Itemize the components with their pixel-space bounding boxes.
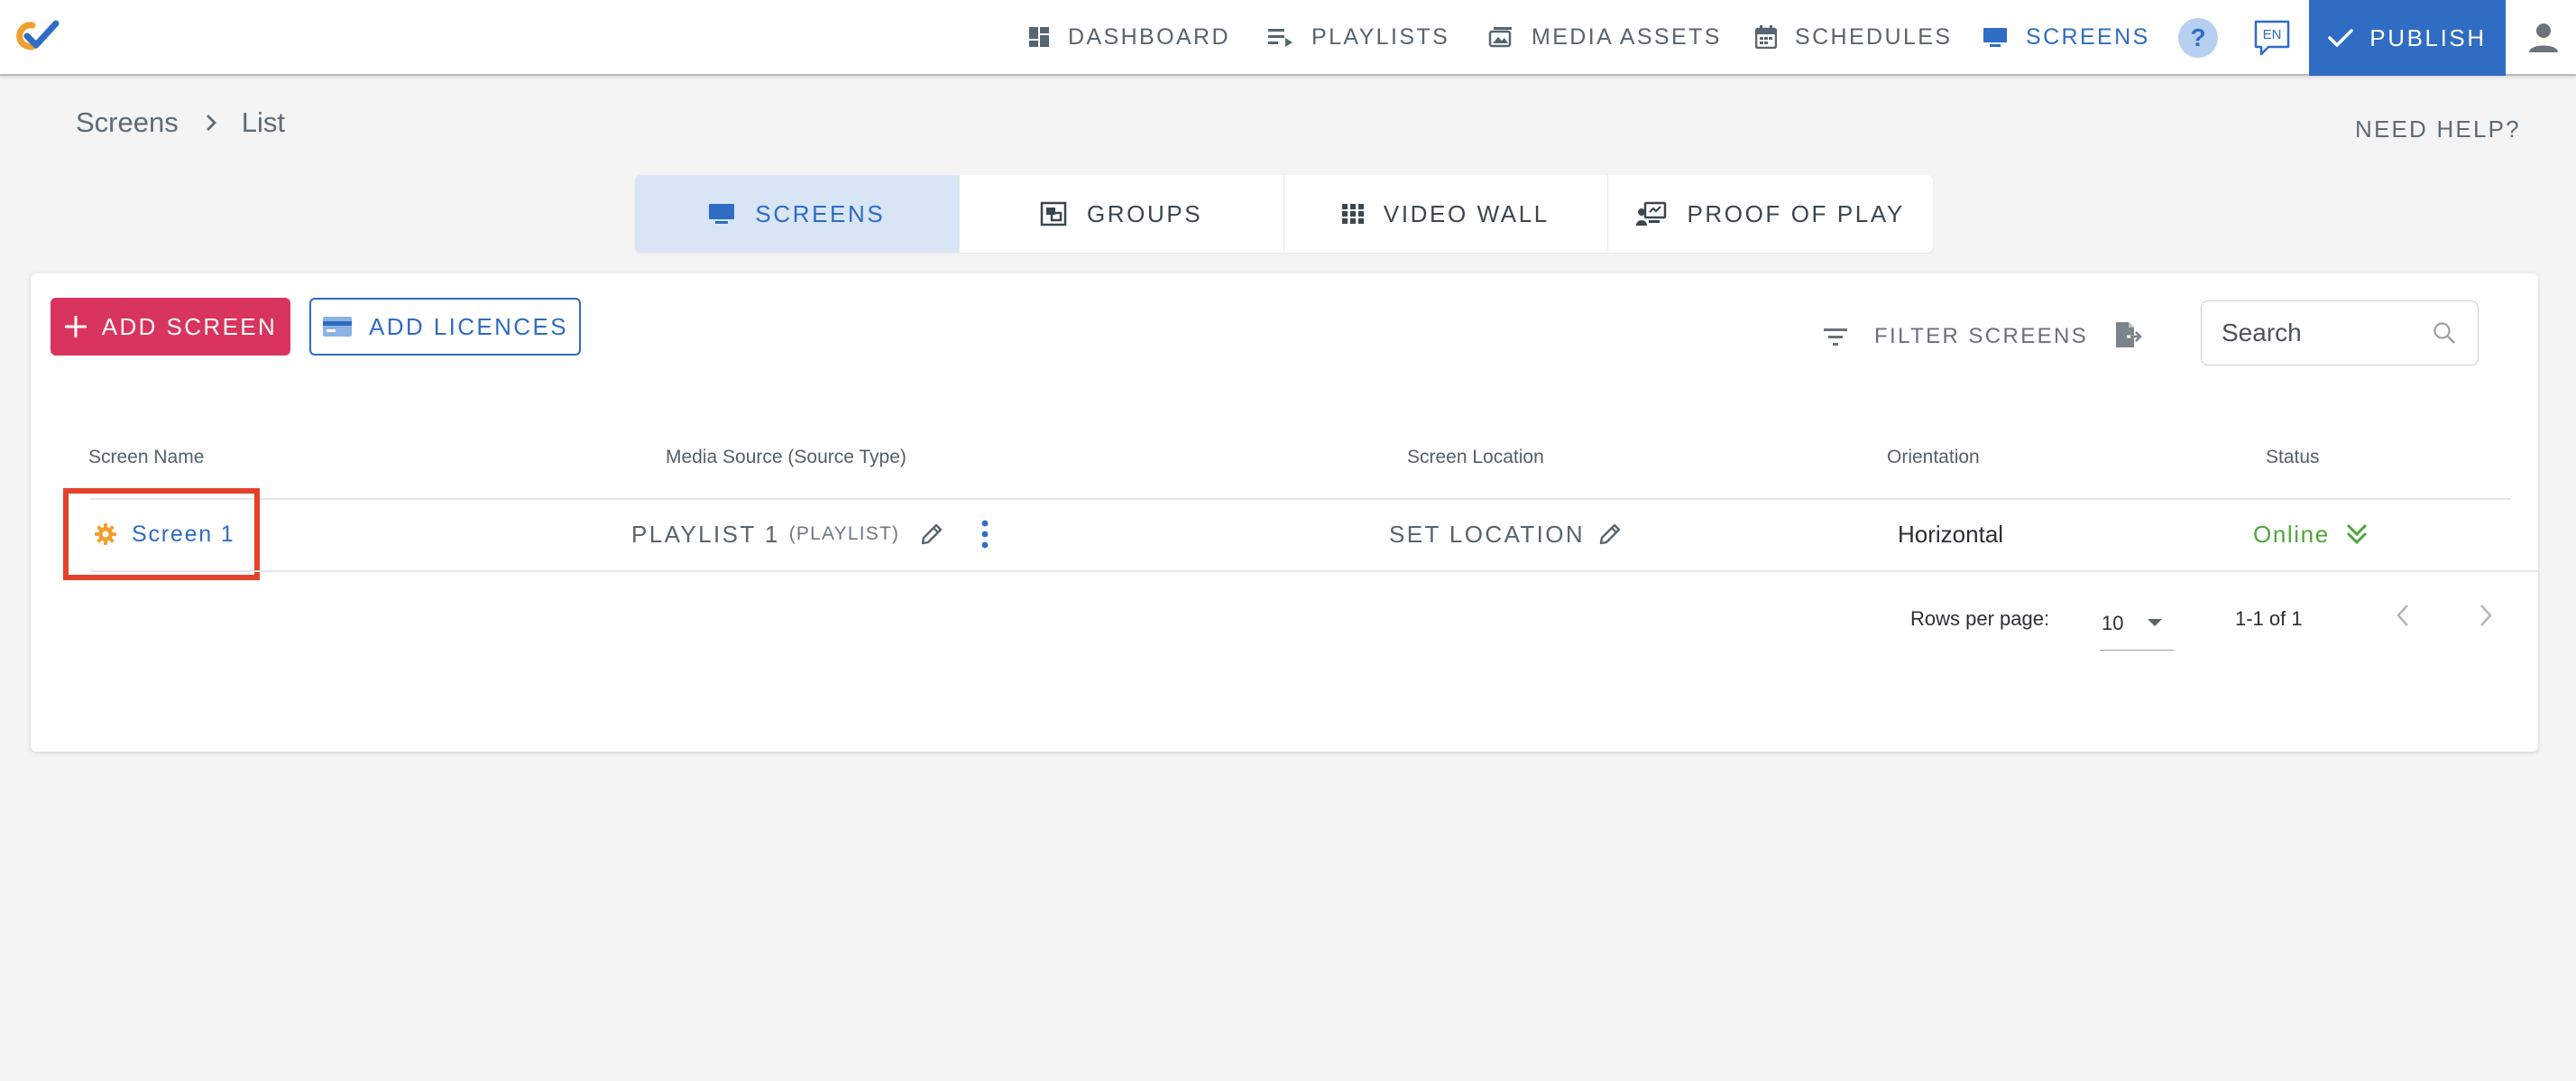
credit-card-icon bbox=[323, 317, 353, 337]
nav-playlists-label: PLAYLISTS bbox=[1311, 23, 1450, 50]
status-cell: Online bbox=[2253, 513, 2369, 555]
proof-of-play-icon bbox=[1636, 201, 1667, 226]
more-vertical-icon[interactable] bbox=[980, 520, 989, 549]
monitor-icon bbox=[709, 204, 735, 224]
orientation-cell: Horizontal bbox=[1898, 521, 2004, 548]
check-icon bbox=[2328, 29, 2354, 47]
media-source-name[interactable]: PLAYLIST 1 bbox=[631, 521, 780, 549]
nav-dashboard[interactable]: DASHBOARD bbox=[1028, 0, 1230, 74]
breadcrumb-root[interactable]: Screens bbox=[76, 106, 179, 139]
set-location-label: SET LOCATION bbox=[1389, 520, 1586, 548]
tab-screens[interactable]: SCREENS bbox=[635, 175, 960, 253]
pencil-icon[interactable] bbox=[919, 522, 944, 547]
chevron-left-icon[interactable] bbox=[2394, 601, 2412, 630]
column-header-orientation[interactable]: Orientation bbox=[1887, 447, 1980, 468]
filter-icon bbox=[1824, 328, 1847, 346]
media-source-type: (PLAYLIST) bbox=[788, 523, 900, 544]
add-screen-label: ADD SCREEN bbox=[101, 312, 278, 340]
status-label: Online bbox=[2253, 520, 2330, 548]
search-input[interactable] bbox=[2220, 318, 2427, 348]
screen-name-link[interactable]: Screen 1 bbox=[132, 522, 235, 548]
column-header-status[interactable]: Status bbox=[2266, 447, 2320, 468]
nav-screens-label: SCREENS bbox=[2026, 23, 2150, 50]
nav-media-assets[interactable]: MEDIA ASSETS bbox=[1488, 0, 1722, 74]
playlist-icon bbox=[1268, 29, 1293, 47]
caret-down-icon bbox=[2148, 619, 2162, 626]
grid-icon bbox=[1341, 204, 1364, 224]
language-label: EN bbox=[2263, 27, 2282, 42]
user-icon[interactable] bbox=[2525, 20, 2562, 56]
column-header-screen-location[interactable]: Screen Location bbox=[1407, 447, 1544, 468]
search-box bbox=[2201, 300, 2479, 365]
need-help-link[interactable]: NEED HELP? bbox=[2355, 115, 2521, 143]
rows-per-page-label: Rows per page: bbox=[1910, 607, 2050, 630]
search-icon[interactable] bbox=[2433, 321, 2456, 345]
app-logo[interactable] bbox=[13, 18, 63, 54]
chevron-right-icon[interactable] bbox=[2477, 601, 2495, 630]
pencil-icon[interactable] bbox=[1597, 522, 1623, 547]
tab-video-wall[interactable]: VIDEO WALL bbox=[1284, 175, 1609, 253]
column-header-media-source[interactable]: Media Source (Source Type) bbox=[666, 447, 906, 468]
help-icon[interactable]: ? bbox=[2178, 18, 2218, 58]
table-header-divider bbox=[90, 498, 2511, 500]
calendar-icon bbox=[1755, 25, 1777, 49]
breadcrumb: Screens List bbox=[76, 106, 285, 139]
add-licences-button[interactable]: ADD LICENCES bbox=[309, 298, 581, 356]
top-bar: DASHBOARD PLAYLISTS MEDIA ASSETS SCHEDUL… bbox=[0, 0, 2576, 76]
filter-screens-label: FILTER SCREENS bbox=[1874, 324, 2089, 348]
dashboard-icon bbox=[1029, 27, 1049, 47]
tab-proof-of-play[interactable]: PROOF OF PLAY bbox=[1608, 175, 1933, 253]
add-screen-button[interactable]: ADD SCREEN bbox=[51, 298, 290, 356]
double-chevron-down-icon[interactable] bbox=[2344, 522, 2369, 547]
media-assets-icon bbox=[1488, 27, 1512, 48]
pagination-range: 1-1 of 1 bbox=[2235, 607, 2303, 630]
gear-icon[interactable] bbox=[94, 522, 117, 546]
groups-icon bbox=[1040, 201, 1067, 226]
screen-name-cell: Screen 1 bbox=[63, 488, 260, 580]
screens-card: ADD SCREEN ADD LICENCES FILTER SCREENS S… bbox=[31, 273, 2538, 752]
nav-schedules-label: SCHEDULES bbox=[1795, 23, 1953, 50]
screen-location-cell[interactable]: SET LOCATION bbox=[1389, 513, 1623, 555]
section-tabs: SCREENS GROUPS VIDEO WALL PROOF OF PLAY bbox=[635, 175, 1933, 253]
nav-playlists[interactable]: PLAYLISTS bbox=[1268, 0, 1449, 74]
tab-screens-label: SCREENS bbox=[755, 199, 886, 227]
column-header-screen-name[interactable]: Screen Name bbox=[88, 447, 204, 468]
tab-groups[interactable]: GROUPS bbox=[960, 175, 1284, 253]
tab-video-wall-label: VIDEO WALL bbox=[1383, 199, 1550, 227]
plus-icon bbox=[64, 316, 87, 337]
breadcrumb-current: List bbox=[241, 106, 285, 138]
table-row-divider bbox=[90, 570, 2538, 572]
publish-button[interactable]: PUBLISH bbox=[2309, 0, 2506, 76]
tab-proof-of-play-label: PROOF OF PLAY bbox=[1687, 199, 1905, 227]
export-icon[interactable] bbox=[2109, 317, 2145, 353]
nav-media-assets-label: MEDIA ASSETS bbox=[1532, 23, 1722, 50]
add-licences-label: ADD LICENCES bbox=[369, 312, 568, 340]
rows-per-page-select[interactable]: 10 bbox=[2100, 596, 2174, 651]
language-icon[interactable]: EN bbox=[2252, 18, 2292, 58]
tab-groups-label: GROUPS bbox=[1086, 199, 1203, 227]
publish-label: PUBLISH bbox=[2369, 23, 2487, 51]
nav-dashboard-label: DASHBOARD bbox=[1068, 23, 1230, 50]
nav-schedules[interactable]: SCHEDULES bbox=[1755, 0, 1952, 74]
monitor-icon bbox=[1983, 28, 2007, 47]
filter-screens-button[interactable]: FILTER SCREENS bbox=[1824, 317, 2088, 356]
chevron-right-icon bbox=[204, 112, 218, 134]
media-source-cell: PLAYLIST 1 (PLAYLIST) bbox=[631, 513, 989, 555]
nav-screens[interactable]: SCREENS bbox=[1983, 0, 2150, 74]
rows-per-page-value: 10 bbox=[2102, 611, 2124, 634]
